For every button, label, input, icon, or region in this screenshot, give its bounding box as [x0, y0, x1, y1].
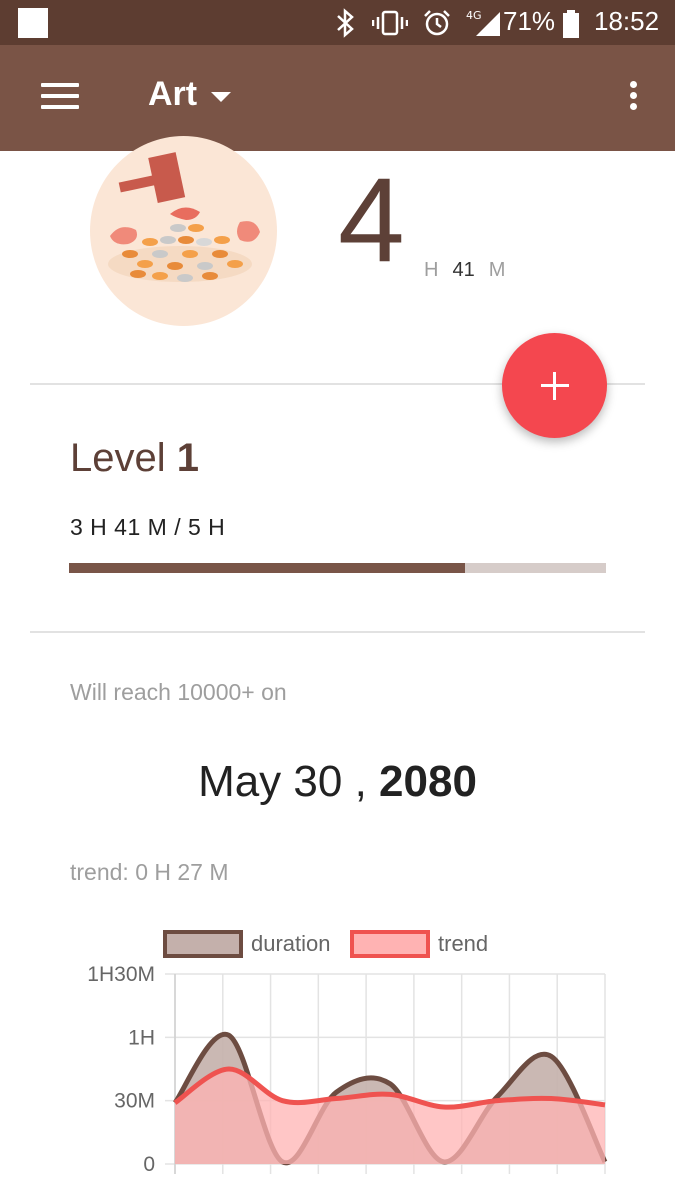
status-icons: 4G	[332, 8, 502, 38]
level-progress-text: 3 H 41 M / 5 H	[70, 514, 226, 540]
alarm-icon	[424, 10, 450, 36]
hours-unit: H	[424, 259, 439, 281]
vibrate-icon	[372, 10, 408, 36]
add-time-button[interactable]	[502, 333, 607, 438]
menu-icon[interactable]	[41, 83, 79, 113]
dropdown-caret-icon	[211, 91, 232, 102]
minutes-unit: M	[488, 259, 506, 281]
y-tick-label: 1H30M	[87, 963, 155, 986]
legend-label-trend[interactable]: trend	[438, 931, 488, 956]
more-vert-icon[interactable]	[626, 81, 640, 117]
battery-icon	[563, 10, 579, 38]
category-dropdown[interactable]: Art	[148, 75, 232, 114]
app-bar: Art	[0, 45, 675, 151]
divider	[30, 631, 645, 633]
level-title: Level 1	[70, 436, 199, 480]
reach-label: Will reach 10000+ on	[70, 679, 287, 705]
svg-text:4G: 4G	[466, 9, 482, 22]
minutes-value: 41	[452, 259, 475, 281]
bluetooth-icon	[337, 8, 354, 38]
reach-date: May 30 , 2080	[198, 757, 477, 806]
clock: 18:52	[594, 6, 660, 36]
legend-swatch-trend[interactable]	[350, 930, 430, 958]
status-bar: 4G 71% 18:52	[0, 0, 675, 45]
y-tick-label: 0	[143, 1153, 155, 1176]
reach-year: 2080	[379, 757, 477, 806]
trend-text: trend: 0 H 27 M	[70, 859, 229, 885]
total-time-detail: H 41 M	[424, 259, 505, 282]
y-tick-label: 1H	[128, 1026, 155, 1049]
cellular-signal-icon: 4G	[466, 9, 500, 36]
battery-percentage: 71%	[503, 6, 556, 36]
y-tick-label: 30M	[114, 1090, 155, 1113]
level-number: 1	[176, 436, 199, 480]
level-progress-fill	[69, 563, 465, 573]
app-title: Art	[148, 75, 198, 113]
duration-trend-chart: 1H30M1H30M0duration trend	[87, 930, 608, 1176]
level-progress-bar	[69, 563, 606, 573]
piggy-bank-illustration	[90, 136, 277, 326]
notification-icon	[18, 8, 48, 38]
total-hours-number: 4	[338, 153, 405, 287]
legend-label-duration[interactable]: duration	[251, 931, 331, 956]
legend-swatch-duration[interactable]	[163, 930, 243, 958]
